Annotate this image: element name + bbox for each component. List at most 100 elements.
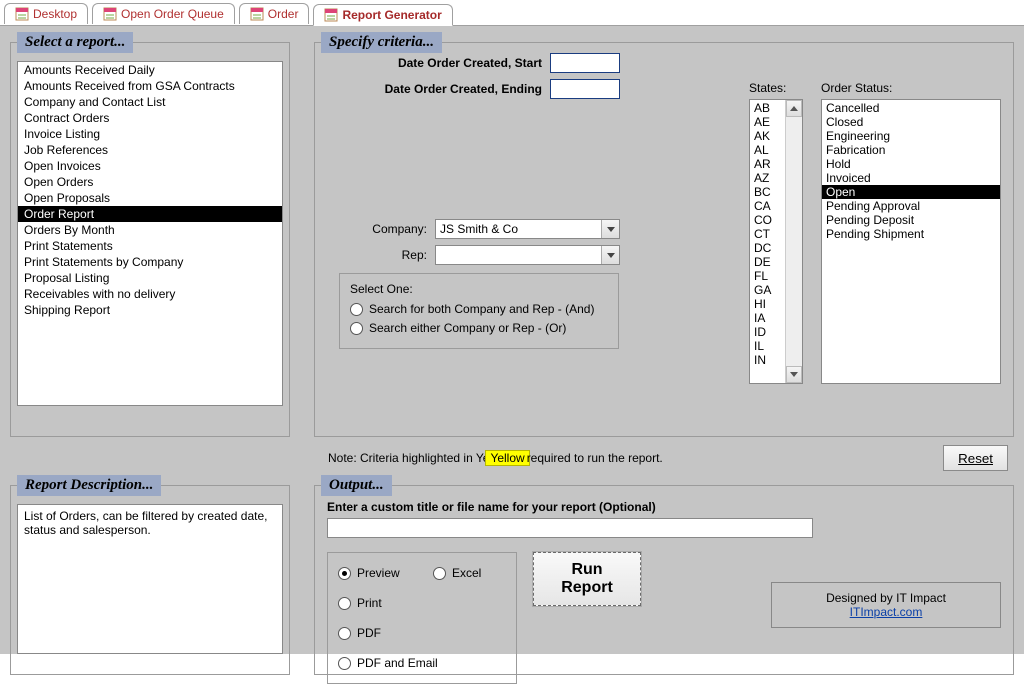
status-item[interactable]: Pending Approval: [822, 199, 1000, 213]
radio-and-label: Search for both Company and Rep - (And): [369, 302, 594, 316]
status-item[interactable]: Pending Shipment: [822, 227, 1000, 241]
note-pre: Note: Criteria highlighted in Ye: [328, 451, 489, 465]
state-item[interactable]: HI: [752, 297, 783, 311]
state-item[interactable]: IN: [752, 353, 783, 367]
state-item[interactable]: DE: [752, 255, 783, 269]
radio-icon[interactable]: [338, 597, 351, 610]
state-item[interactable]: IA: [752, 311, 783, 325]
order-status-listbox[interactable]: CancelledClosedEngineeringFabricationHol…: [821, 99, 1001, 384]
panel-title: Select a report...: [17, 32, 133, 53]
format-excel[interactable]: Excel: [433, 566, 513, 580]
report-item[interactable]: Open Proposals: [18, 190, 282, 206]
radio-icon[interactable]: [338, 627, 351, 640]
state-item[interactable]: IL: [752, 339, 783, 353]
rep-combo[interactable]: [435, 245, 620, 265]
state-item[interactable]: CO: [752, 213, 783, 227]
state-item[interactable]: AB: [752, 101, 783, 115]
states-listbox[interactable]: ABAEAKALARAZBCCACOCTDCDEFLGAHIIAIDILIN: [749, 99, 803, 384]
tab-desktop[interactable]: Desktop: [4, 3, 88, 24]
criteria-panel: Specify criteria... Date Order Created, …: [314, 42, 1014, 437]
status-item[interactable]: Cancelled: [822, 101, 1000, 115]
status-item[interactable]: Open: [822, 185, 1000, 199]
state-item[interactable]: AK: [752, 129, 783, 143]
report-item[interactable]: Invoice Listing: [18, 126, 282, 142]
date-end-input[interactable]: [550, 79, 620, 99]
custom-title-input[interactable]: [327, 518, 813, 538]
format-print[interactable]: Print: [338, 596, 433, 610]
tab-order[interactable]: Order: [239, 3, 310, 24]
radio-icon[interactable]: [350, 303, 363, 316]
state-item[interactable]: FL: [752, 269, 783, 283]
date-start-input[interactable]: [550, 53, 620, 73]
company-combo[interactable]: JS Smith & Co: [435, 219, 620, 239]
select-one-title: Select One:: [350, 282, 608, 296]
panel-title: Report Description...: [17, 475, 161, 496]
reset-button[interactable]: Reset: [943, 445, 1008, 471]
date-start-label: Date Order Created, Start: [327, 56, 542, 70]
state-item[interactable]: DC: [752, 241, 783, 255]
company-value: JS Smith & Co: [436, 222, 601, 236]
credit-link[interactable]: ITImpact.com: [850, 605, 923, 619]
status-item[interactable]: Pending Deposit: [822, 213, 1000, 227]
run-report-button[interactable]: Run Report: [533, 552, 641, 606]
format-preview[interactable]: Preview: [338, 566, 433, 580]
scroll-down-icon[interactable]: [786, 366, 802, 383]
status-item[interactable]: Closed: [822, 115, 1000, 129]
report-item[interactable]: Company and Contact List: [18, 94, 282, 110]
report-item[interactable]: Proposal Listing: [18, 270, 282, 286]
report-item[interactable]: Print Statements: [18, 238, 282, 254]
report-item[interactable]: Job References: [18, 142, 282, 158]
radio-icon[interactable]: [350, 322, 363, 335]
status-item[interactable]: Fabrication: [822, 143, 1000, 157]
state-item[interactable]: BC: [752, 185, 783, 199]
form-icon: [324, 8, 338, 22]
state-item[interactable]: GA: [752, 283, 783, 297]
status-item[interactable]: Engineering: [822, 129, 1000, 143]
state-item[interactable]: AL: [752, 143, 783, 157]
status-item[interactable]: Hold: [822, 157, 1000, 171]
custom-title-label: Enter a custom title or file name for yo…: [327, 500, 1001, 514]
description-panel: Report Description... List of Orders, ca…: [10, 485, 290, 675]
report-item[interactable]: Amounts Received from GSA Contracts: [18, 78, 282, 94]
report-item[interactable]: Orders By Month: [18, 222, 282, 238]
tab-open-order-queue[interactable]: Open Order Queue: [92, 3, 235, 24]
chevron-down-icon[interactable]: [601, 246, 619, 264]
radio-icon[interactable]: [338, 567, 351, 580]
state-item[interactable]: ID: [752, 325, 783, 339]
state-item[interactable]: AZ: [752, 171, 783, 185]
radio-or-row[interactable]: Search either Company or Rep - (Or): [350, 321, 608, 335]
rep-label: Rep:: [327, 248, 427, 262]
scroll-up-icon[interactable]: [786, 100, 802, 117]
report-item[interactable]: Print Statements by Company: [18, 254, 282, 270]
state-item[interactable]: AE: [752, 115, 783, 129]
order-status-label: Order Status:: [821, 81, 1001, 95]
states-label: States:: [749, 81, 803, 95]
tab-report-generator[interactable]: Report Generator: [313, 4, 452, 26]
report-item[interactable]: Contract Orders: [18, 110, 282, 126]
status-item[interactable]: Invoiced: [822, 171, 1000, 185]
chevron-down-icon[interactable]: [601, 220, 619, 238]
state-item[interactable]: AR: [752, 157, 783, 171]
report-item[interactable]: Open Invoices: [18, 158, 282, 174]
state-item[interactable]: CT: [752, 227, 783, 241]
output-panel: Output... Enter a custom title or file n…: [314, 485, 1014, 675]
form-icon: [250, 7, 264, 21]
format-pdf[interactable]: PDF: [338, 626, 433, 640]
description-text: List of Orders, can be filtered by creat…: [17, 504, 283, 654]
report-item[interactable]: Receivables with no delivery: [18, 286, 282, 302]
report-list[interactable]: Amounts Received DailyAmounts Received f…: [17, 61, 283, 406]
tab-label: Order: [268, 7, 299, 21]
scrollbar[interactable]: [785, 100, 802, 383]
radio-icon[interactable]: [433, 567, 446, 580]
report-item[interactable]: Amounts Received Daily: [18, 62, 282, 78]
select-one-group: Select One: Search for both Company and …: [339, 273, 619, 349]
report-item[interactable]: Order Report: [18, 206, 282, 222]
tab-label: Report Generator: [342, 8, 441, 22]
radio-icon[interactable]: [338, 657, 351, 670]
state-item[interactable]: CA: [752, 199, 783, 213]
radio-and-row[interactable]: Search for both Company and Rep - (And): [350, 302, 608, 316]
format-pdf-email[interactable]: PDF and Email: [338, 656, 513, 670]
report-item[interactable]: Open Orders: [18, 174, 282, 190]
report-item[interactable]: Shipping Report: [18, 302, 282, 318]
date-end-label: Date Order Created, Ending: [327, 82, 542, 96]
